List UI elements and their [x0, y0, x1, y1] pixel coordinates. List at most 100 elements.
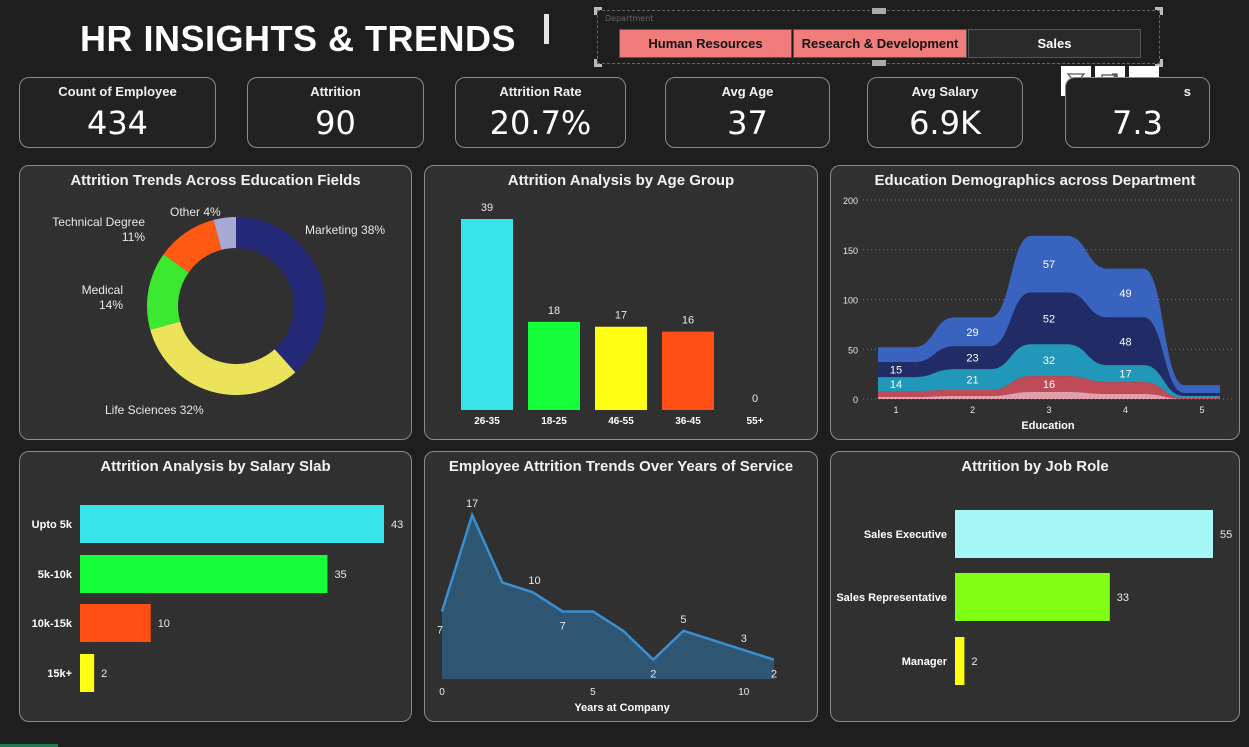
salary-bar	[80, 555, 328, 593]
y-tick-label: 0	[853, 395, 858, 405]
x-tick-label: 5	[590, 687, 596, 698]
kpi-value: 7.3	[1112, 104, 1163, 142]
x-tick-label: 10	[738, 687, 750, 698]
kpi-label: Count of Employee	[58, 84, 177, 99]
donut-chart: Marketing 38% Life Sciences 32% Medical 14%…	[52, 205, 385, 417]
job-role-panel: Attrition by Job Role 55 Sales Executive 3…	[830, 451, 1240, 722]
salary-bar-category: Upto 5k	[32, 519, 73, 531]
age-bar	[461, 219, 513, 410]
kpi-card-attrition-rate: Attrition Rate 20.7%	[455, 77, 626, 148]
job-role-bar-value: 2	[971, 656, 977, 668]
x-tick-label: 4	[1123, 405, 1128, 415]
ribbon-value-label: 29	[966, 327, 978, 339]
ribbon-value-label: 48	[1119, 336, 1131, 348]
age-bar-value: 0	[752, 393, 758, 405]
ribbon-value-label: 21	[966, 375, 978, 387]
age-group-bar-panel: Attrition Analysis by Age Group 39 26-35 1…	[424, 165, 818, 440]
page-title: HR INSIGHTS & TRENDS	[80, 18, 517, 59]
x-tick-label: 3	[1046, 405, 1051, 415]
kpi-value: 90	[315, 104, 356, 142]
job-role-bar-category: Sales Executive	[864, 529, 947, 541]
resize-handle-icon[interactable]	[594, 7, 602, 15]
slicer-option-research-development[interactable]: Research & Development	[793, 29, 967, 58]
y-tick-label: 100	[843, 296, 858, 306]
ribbon-value-label: 49	[1119, 288, 1131, 300]
area-value-label: 10	[528, 575, 540, 587]
age-bar	[528, 321, 580, 410]
resize-handle-icon[interactable]	[872, 60, 886, 66]
education-demographics-panel: Education Demographics across Department…	[830, 165, 1240, 440]
donut-slice-label: Technical Degree 11%	[52, 215, 145, 244]
job-role-bar-category: Manager	[902, 656, 948, 668]
age-bar-category: 46-55	[608, 416, 634, 427]
kpi-value: 434	[86, 104, 149, 142]
ribbon-value-label: 23	[966, 353, 978, 365]
kpi-card-avg-years: s 7.3	[1065, 77, 1210, 148]
donut-slice-label: Other 4%	[170, 205, 221, 219]
kpi-value: 6.9K	[909, 104, 981, 142]
kpi-card-count-of-employee: Count of Employee 434	[19, 77, 216, 148]
age-bar-category: 26-35	[474, 416, 500, 427]
kpi-value: 20.7%	[489, 104, 592, 142]
ribbon-value-label: 17	[1119, 369, 1131, 381]
resize-handle-icon[interactable]	[594, 59, 602, 67]
age-bar-value: 16	[682, 315, 694, 327]
donut-slice-label: Marketing 38%	[305, 223, 385, 237]
salary-bar-value: 10	[158, 618, 170, 630]
ribbon-value-label: 52	[1043, 313, 1055, 325]
area-value-label: 7	[560, 620, 566, 632]
salary-bar	[80, 654, 95, 692]
ribbon-value-label: 14	[890, 379, 902, 391]
ribbon-value-label: 57	[1043, 259, 1055, 271]
job-role-bar	[955, 573, 1110, 621]
job-role-bar-value: 33	[1117, 592, 1129, 604]
job-role-bar	[955, 510, 1213, 558]
ribbon-value-label: 32	[1043, 355, 1055, 367]
age-bar-chart: 39 26-35 18 18-25 17 46-55 16 36-45 0 55+	[461, 202, 764, 427]
salary-bar-value: 35	[334, 569, 346, 581]
y-tick-label: 150	[843, 246, 858, 256]
job-role-bar	[955, 637, 965, 685]
kpi-label: Avg Age	[721, 84, 774, 99]
y-tick-label: 50	[848, 345, 858, 355]
salary-bar	[80, 604, 151, 642]
ribbon-chart: 0501001502001 2 3 4 5Education1614 2132171523…	[843, 196, 1233, 432]
salary-bar-value: 2	[101, 668, 107, 680]
slicer-option-sales[interactable]: Sales	[968, 29, 1141, 58]
area-value-label: 7	[437, 624, 443, 636]
age-bar-category: 18-25	[541, 416, 567, 427]
job-role-bar-chart: 55 Sales Executive 33 Sales Representative 2…	[836, 510, 1232, 685]
years-area-chart: 7 17 10 7 2 5 3 2 0 5 10 Years at Company	[437, 498, 777, 714]
donut-slice-label: Life Sciences 32%	[105, 403, 204, 417]
y-tick-label: 200	[843, 196, 858, 206]
age-bar-value: 18	[548, 305, 560, 317]
age-bar-category: 36-45	[675, 416, 701, 427]
x-tick-label: 2	[970, 405, 975, 415]
salary-bar	[80, 505, 384, 543]
area-fill	[442, 515, 774, 679]
kpi-label: s	[1183, 84, 1191, 99]
x-axis-title: Education	[1021, 420, 1074, 432]
job-role-bar-value: 55	[1220, 529, 1232, 541]
age-bar	[662, 331, 714, 410]
slicer-label: Department	[605, 14, 654, 23]
donut-slice	[150, 321, 296, 395]
x-tick-label: 1	[893, 405, 898, 415]
slicer-option-human-resources[interactable]: Human Resources	[619, 29, 792, 58]
salary-bar-chart: 43 Upto 5k 35 5k-10k 10 10k-15k 2 15k+	[32, 505, 403, 692]
age-bar-category: 55+	[747, 416, 764, 427]
text-cursor	[544, 14, 549, 44]
age-bar	[595, 326, 647, 410]
kpi-card-attrition: Attrition 90	[247, 77, 424, 148]
ribbon-value-label: 16	[1043, 379, 1055, 391]
area-value-label: 17	[466, 498, 478, 510]
job-role-bar-category: Sales Representative	[836, 592, 947, 604]
donut-slice-label: Medical 14%	[82, 283, 124, 312]
kpi-label: Attrition	[310, 84, 361, 99]
department-slicer[interactable]: Department Human Resources Research & De…	[594, 7, 1163, 67]
x-axis-title: Years at Company	[574, 702, 670, 714]
resize-handle-icon[interactable]	[872, 8, 886, 14]
resize-handle-icon[interactable]	[1155, 7, 1163, 15]
ribbon-value-label: 15	[890, 365, 902, 377]
kpi-label: Avg Salary	[911, 84, 979, 99]
